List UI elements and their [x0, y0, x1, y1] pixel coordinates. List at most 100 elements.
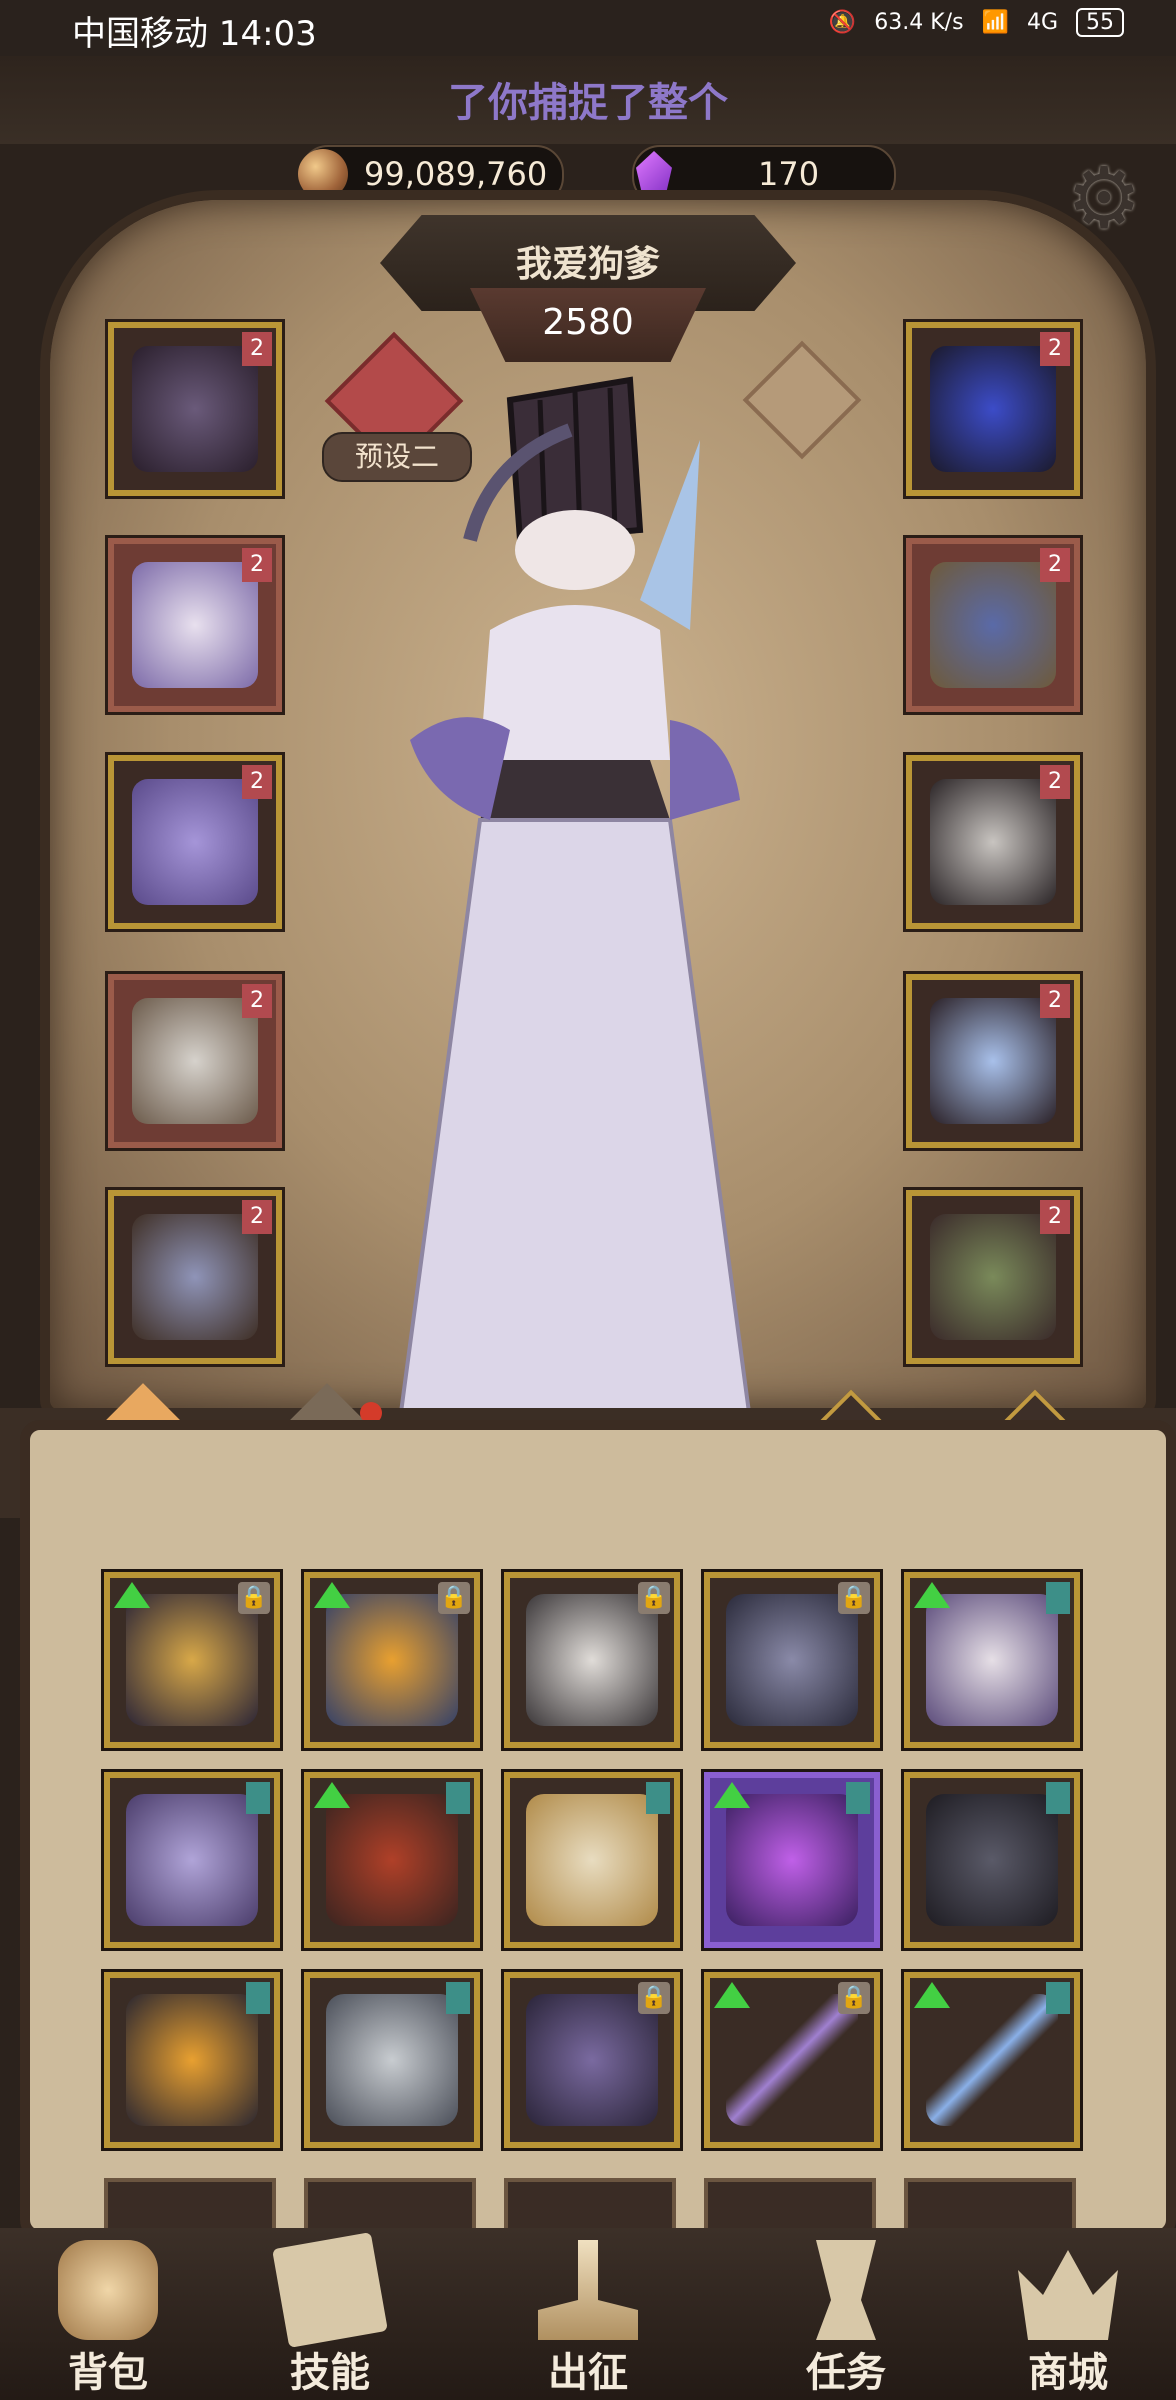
upgrade-arrow-icon — [314, 1782, 350, 1808]
inventory-slot[interactable]: 🔒 — [504, 1572, 680, 1748]
carrier-time: 中国移动 14:03 — [72, 14, 317, 54]
quest-horn-icon — [816, 2240, 876, 2340]
inventory-slot[interactable] — [104, 1772, 280, 1948]
mute-icon: 🔕 — [828, 10, 857, 35]
enhance-badge: 2 — [1040, 984, 1070, 1018]
lock-icon: 🔒 — [638, 1582, 670, 1614]
upgrade-arrow-icon — [714, 1782, 750, 1808]
net-speed: 63.4 K/s — [874, 10, 964, 35]
helmet-slot[interactable]: 2 — [108, 322, 282, 496]
scrolling-banner: 了你捕捉了整个 — [0, 56, 1176, 144]
expedition-icon — [538, 2240, 638, 2340]
nav-shop[interactable]: 商城 — [968, 2228, 1168, 2400]
butterfly-cloak-icon — [126, 1794, 258, 1926]
cloak-slot[interactable]: 2 — [108, 755, 282, 929]
inventory-slot-empty[interactable] — [304, 2178, 476, 2232]
nav-skills[interactable]: 技能 — [230, 2228, 430, 2400]
offhand-slot[interactable]: 2 — [906, 1190, 1080, 1364]
battery-indicator: 55 — [1076, 8, 1124, 37]
enhance-badge: 2 — [1040, 332, 1070, 366]
cage-helmet-icon — [132, 346, 258, 472]
moss-relic-icon — [930, 1214, 1056, 1340]
rarity-tag — [646, 1782, 670, 1814]
crystal-value: 170 — [758, 155, 820, 193]
upgrade-arrow-icon — [914, 1582, 950, 1608]
medallion-icon — [326, 1994, 458, 2126]
weapon-slot[interactable]: 2 — [906, 974, 1080, 1148]
lock-icon: 🔒 — [838, 1982, 870, 2014]
claw-ring-icon — [930, 779, 1056, 905]
spear-icon — [926, 1994, 1058, 2126]
inventory-slot-empty[interactable] — [504, 2178, 676, 2232]
spellbook-orb-icon — [326, 1594, 458, 1726]
enhance-badge: 2 — [242, 548, 272, 582]
backpack-icon — [58, 2240, 158, 2340]
power-value: 2580 — [542, 302, 634, 343]
inventory-slot[interactable] — [904, 1572, 1080, 1748]
inventory-slot[interactable] — [904, 1772, 1080, 1948]
inventory-slot[interactable] — [704, 1772, 880, 1948]
bottom-nav: 背包 技能 出征 任务 商城 — [0, 2228, 1176, 2400]
shop-crown-icon — [1018, 2250, 1118, 2340]
enhance-badge: 2 — [242, 332, 272, 366]
red-pants-icon — [326, 1794, 458, 1926]
inventory-slot[interactable]: 🔒 — [704, 1972, 880, 2148]
inventory-slot-empty[interactable] — [904, 2178, 1076, 2232]
upgrade-arrow-icon — [714, 1982, 750, 2008]
inventory-slot[interactable]: 🔒 — [704, 1572, 880, 1748]
rarity-tag — [246, 1782, 270, 1814]
inventory-slot[interactable] — [104, 1972, 280, 2148]
butterfly-cape-icon — [132, 779, 258, 905]
rarity-tag — [246, 1982, 270, 2014]
nav-quests[interactable]: 任务 — [746, 2228, 946, 2400]
lock-icon: 🔒 — [838, 1582, 870, 1614]
wolf-helmet-icon — [526, 1994, 658, 2126]
silver-ring-icon — [526, 1594, 658, 1726]
boots-slot[interactable]: 2 — [108, 1190, 282, 1364]
white-pants-icon — [132, 998, 258, 1124]
golden-boots-icon — [526, 1794, 658, 1926]
inventory-slot[interactable] — [904, 1972, 1080, 2148]
banner-text: 了你捕捉了整个 — [448, 80, 728, 126]
inventory-slot[interactable] — [304, 1972, 480, 2148]
gauntlet-icon — [726, 1594, 858, 1726]
lock-icon: 🔒 — [638, 1982, 670, 2014]
inventory-slot[interactable] — [504, 1772, 680, 1948]
horn-shield-icon — [930, 562, 1056, 688]
nav-label: 任务 — [806, 2350, 886, 2396]
rarity-tag — [446, 1782, 470, 1814]
inventory-slot[interactable]: 🔒 — [504, 1972, 680, 2148]
status-icons: 🔕 63.4 K/s 📶 4G 55 — [829, 8, 1124, 37]
flower-dress-icon — [132, 562, 258, 688]
necklace-slot[interactable]: 2 — [906, 322, 1080, 496]
inventory-slot-empty[interactable] — [704, 2178, 876, 2232]
pants-slot[interactable]: 2 — [108, 974, 282, 1148]
rarity-tag — [1046, 1782, 1070, 1814]
inventory-slot[interactable]: 🔒 — [104, 1572, 280, 1748]
shield-slot[interactable]: 2 — [906, 538, 1080, 712]
inventory-slot-empty[interactable] — [104, 2178, 276, 2232]
rarity-tag — [1046, 1582, 1070, 1614]
enhance-badge: 2 — [1040, 548, 1070, 582]
enhance-badge: 2 — [242, 765, 272, 799]
upgrade-arrow-icon — [914, 1982, 950, 2008]
nav-expedition[interactable]: 出征 — [488, 2228, 688, 2400]
inventory-slot[interactable]: 🔒 — [304, 1572, 480, 1748]
preset-label[interactable]: 预设二 — [322, 432, 472, 482]
rarity-tag — [1046, 1982, 1070, 2014]
inventory-slot[interactable] — [304, 1772, 480, 1948]
nav-backpack[interactable]: 背包 — [8, 2228, 208, 2400]
enhance-badge: 2 — [1040, 1200, 1070, 1234]
status-bar: 中国移动 14:03 🔕 63.4 K/s 📶 4G 55 — [0, 0, 1176, 56]
upgrade-arrow-icon — [314, 1582, 350, 1608]
lock-icon: 🔒 — [238, 1582, 270, 1614]
dark-ring-icon — [126, 1994, 258, 2126]
flower-armor-icon — [926, 1594, 1058, 1726]
armor-slot[interactable]: 2 — [108, 538, 282, 712]
nav-label: 商城 — [1028, 2350, 1108, 2396]
nav-label: 背包 — [68, 2350, 148, 2396]
enhance-badge: 2 — [242, 1200, 272, 1234]
armored-boots-icon — [132, 1214, 258, 1340]
purple-orb-icon — [726, 1794, 858, 1926]
ring-slot[interactable]: 2 — [906, 755, 1080, 929]
